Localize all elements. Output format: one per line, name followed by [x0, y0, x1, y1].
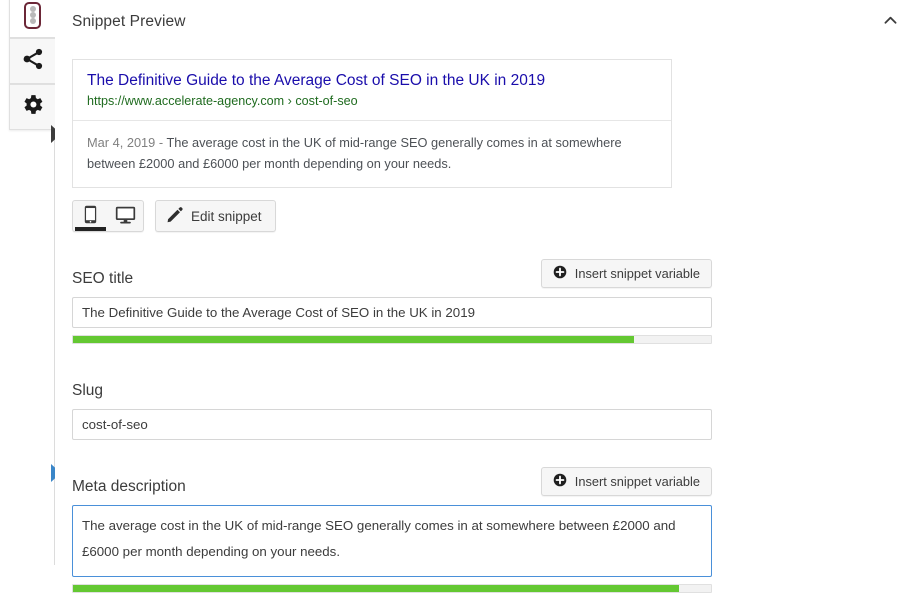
insert-snippet-variable-label-title: Insert snippet variable [574, 266, 700, 281]
insert-snippet-variable-button-description[interactable]: Insert snippet variable [540, 467, 712, 496]
device-toggle-desktop[interactable] [108, 201, 143, 231]
seo-title-input[interactable] [72, 297, 712, 328]
snippet-result-description: Mar 4, 2019 - The average cost in the UK… [73, 121, 671, 187]
collapse-panel-button[interactable] [877, 9, 903, 35]
meta-description-textarea[interactable] [72, 505, 712, 577]
meta-description-field-header: Meta description Insert snippet variable [72, 466, 712, 496]
snippet-controls-row: Edit snippet [72, 200, 902, 232]
pencil-icon [167, 206, 183, 226]
sidebar-rail [0, 0, 61, 565]
insert-snippet-variable-button-title[interactable]: Insert snippet variable [540, 259, 712, 288]
meta-description-progress-fill [73, 585, 680, 592]
snippet-result-date: Mar 4, 2019 - [87, 135, 167, 150]
seo-title-label: SEO title [72, 270, 134, 287]
slug-field-header: Slug [72, 370, 712, 400]
snippet-result-description-text: The average cost in the UK of mid-range … [87, 135, 622, 171]
sidebar-item-seo-analysis[interactable] [9, 0, 55, 38]
traffic-light-icon [24, 1, 41, 29]
page-title: Snippet Preview [72, 12, 186, 30]
mobile-phone-icon [83, 205, 98, 227]
share-icon [21, 47, 45, 76]
panel-body: The Definitive Guide to the Average Cost… [55, 59, 919, 593]
plus-circle-icon [553, 265, 567, 282]
sidebar-item-social-share[interactable] [9, 38, 55, 84]
sidebar-item-settings[interactable] [9, 84, 55, 130]
edit-snippet-button[interactable]: Edit snippet [155, 200, 276, 232]
insert-snippet-variable-label-description: Insert snippet variable [574, 474, 700, 489]
snippet-editor-screen: Snippet Preview The Definitive Guide to … [0, 0, 919, 593]
seo-title-field-header: SEO title Insert snippet variable [72, 258, 712, 288]
snippet-result-title[interactable]: The Definitive Guide to the Average Cost… [87, 71, 657, 91]
seo-title-field-block: SEO title Insert snippet variable [72, 258, 712, 344]
device-toggle-mobile[interactable] [73, 201, 108, 231]
desktop-monitor-icon [115, 206, 136, 227]
seo-title-progress-fill [73, 336, 635, 343]
snippet-result-url: https://www.accelerate-agency.com › cost… [87, 94, 358, 108]
seo-title-progress-track [72, 335, 712, 344]
snippet-preview-panel: Snippet Preview The Definitive Guide to … [55, 0, 919, 593]
meta-description-progress-track [72, 584, 712, 593]
snippet-preview-header: The Definitive Guide to the Average Cost… [73, 60, 671, 120]
meta-description-field-block: Meta description Insert snippet variable [72, 466, 712, 593]
meta-description-label: Meta description [72, 478, 186, 495]
slug-field-block: Slug [72, 370, 712, 440]
panel-header: Snippet Preview [55, 0, 919, 43]
plus-circle-icon [553, 473, 567, 490]
slug-label: Slug [72, 382, 104, 399]
chevron-up-icon [883, 13, 898, 31]
slug-input[interactable] [72, 409, 712, 440]
device-preview-toggle [72, 200, 144, 232]
snippet-preview-card: The Definitive Guide to the Average Cost… [72, 59, 672, 188]
edit-snippet-label: Edit snippet [191, 208, 262, 224]
gear-icon [20, 92, 45, 122]
